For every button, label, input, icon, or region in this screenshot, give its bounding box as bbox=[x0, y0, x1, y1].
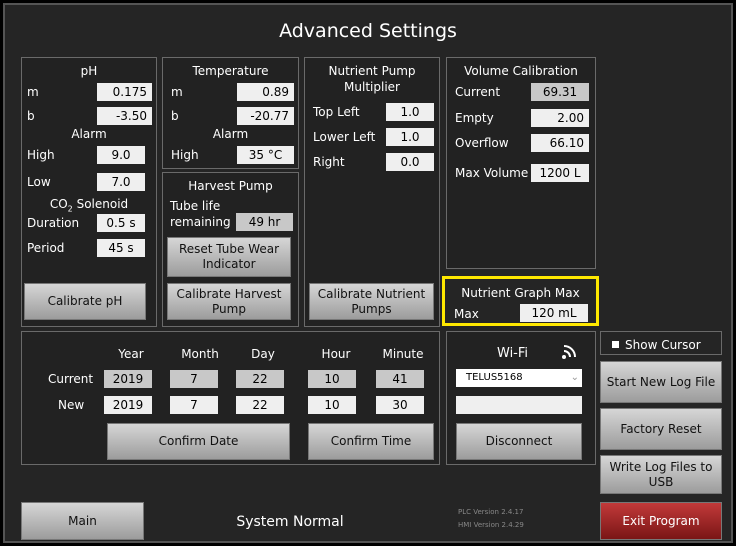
new-date-label: New bbox=[58, 398, 85, 412]
wifi-icon bbox=[562, 345, 576, 359]
start-new-log-button[interactable]: Start New Log File bbox=[600, 361, 722, 403]
ph-m-label: m bbox=[27, 85, 39, 99]
current-year: 2019 bbox=[104, 370, 152, 388]
wifi-network-selected: TELUS5168 bbox=[466, 372, 523, 383]
ph-alarm-label: Alarm bbox=[71, 127, 107, 141]
confirm-time-button[interactable]: Confirm Time bbox=[308, 423, 434, 460]
volume-header: Volume Calibration bbox=[464, 64, 578, 78]
hmi-version: HMI Version 2.4.29 bbox=[458, 521, 524, 529]
reset-tube-wear-button[interactable]: Reset Tube Wear Indicator bbox=[167, 237, 291, 277]
year-header: Year bbox=[118, 347, 144, 361]
new-minute-field[interactable]: 30 bbox=[376, 396, 424, 414]
max-volume-label: Max Volume bbox=[455, 166, 529, 180]
temp-m-label: m bbox=[171, 85, 183, 99]
max-volume-field[interactable]: 1200 L bbox=[531, 164, 589, 182]
nutrient-graph-header: Nutrient Graph Max bbox=[461, 286, 580, 300]
top-left-label: Top Left bbox=[313, 105, 360, 119]
ph-high-field[interactable]: 9.0 bbox=[97, 146, 145, 164]
empty-label: Empty bbox=[455, 111, 494, 125]
period-label: Period bbox=[27, 241, 65, 255]
ph-m-field[interactable]: 0.175 bbox=[97, 83, 152, 101]
main-button[interactable]: Main bbox=[21, 502, 144, 540]
nutrient-pump-header: Nutrient Pump Multiplier bbox=[328, 64, 416, 94]
overflow-label: Overflow bbox=[455, 136, 509, 150]
current-minute: 41 bbox=[376, 370, 424, 388]
system-status: System Normal bbox=[236, 514, 344, 530]
wifi-password-field[interactable] bbox=[456, 396, 582, 414]
top-left-field[interactable]: 1.0 bbox=[386, 103, 434, 121]
temp-high-label: High bbox=[171, 148, 199, 162]
graph-max-label: Max bbox=[454, 307, 479, 321]
new-day-field[interactable]: 22 bbox=[236, 396, 284, 414]
duration-label: Duration bbox=[27, 216, 80, 230]
ph-header: pH bbox=[80, 64, 98, 78]
new-month-field[interactable]: 7 bbox=[170, 396, 218, 414]
confirm-date-button[interactable]: Confirm Date bbox=[107, 423, 290, 460]
period-field[interactable]: 45 s bbox=[97, 239, 145, 257]
right-label: Right bbox=[313, 155, 345, 169]
temperature-header: Temperature bbox=[192, 64, 269, 78]
new-hour-field[interactable]: 10 bbox=[308, 396, 356, 414]
ph-low-field[interactable]: 7.0 bbox=[97, 173, 145, 191]
ph-b-field[interactable]: -3.50 bbox=[97, 107, 152, 125]
hour-header: Hour bbox=[321, 347, 351, 361]
harvest-header: Harvest Pump bbox=[188, 179, 273, 193]
calibrate-nutrient-pumps-button[interactable]: Calibrate Nutrient Pumps bbox=[309, 283, 434, 320]
calibrate-harvest-pump-button[interactable]: Calibrate Harvest Pump bbox=[167, 283, 291, 320]
current-hour: 10 bbox=[308, 370, 356, 388]
current-day: 22 bbox=[236, 370, 284, 388]
show-cursor-frame bbox=[600, 331, 722, 355]
graph-max-field[interactable]: 120 mL bbox=[520, 304, 588, 322]
tube-life-label: Tube life bbox=[170, 199, 221, 213]
exit-program-button[interactable]: Exit Program bbox=[600, 502, 722, 540]
temp-b-label: b bbox=[171, 109, 179, 123]
current-volume-value: 69.31 bbox=[531, 83, 589, 101]
factory-reset-button[interactable]: Factory Reset bbox=[600, 408, 722, 450]
ph-low-label: Low bbox=[27, 175, 51, 189]
temp-m-field[interactable]: 0.89 bbox=[237, 83, 294, 101]
duration-field[interactable]: 0.5 s bbox=[97, 214, 145, 232]
lower-left-field[interactable]: 1.0 bbox=[386, 128, 434, 146]
month-header: Month bbox=[181, 347, 219, 361]
tube-life-remaining-value: 49 hr bbox=[236, 213, 293, 231]
empty-field[interactable]: 2.00 bbox=[531, 109, 589, 127]
temp-alarm-label: Alarm bbox=[212, 127, 249, 141]
write-log-files-button[interactable]: Write Log Files to USB bbox=[600, 455, 722, 494]
calibrate-ph-button[interactable]: Calibrate pH bbox=[24, 283, 146, 320]
temp-b-field[interactable]: -20.77 bbox=[237, 107, 294, 125]
minute-header: Minute bbox=[382, 347, 424, 361]
lower-left-label: Lower Left bbox=[313, 130, 376, 144]
temp-high-field[interactable]: 35 °C bbox=[237, 146, 294, 164]
wifi-header: Wi-Fi bbox=[497, 346, 529, 361]
page-title: Advanced Settings bbox=[279, 20, 457, 42]
current-volume-label: Current bbox=[455, 85, 501, 99]
current-date-label: Current bbox=[48, 372, 94, 386]
ph-b-label: b bbox=[27, 109, 35, 123]
chevron-down-icon: ⌄ bbox=[570, 372, 579, 383]
current-month: 7 bbox=[170, 370, 218, 388]
disconnect-button[interactable]: Disconnect bbox=[456, 423, 582, 460]
plc-version: PLC Version 2.4.17 bbox=[458, 508, 524, 516]
ph-high-label: High bbox=[27, 148, 55, 162]
right-field[interactable]: 0.0 bbox=[386, 153, 434, 171]
remaining-label: remaining bbox=[170, 215, 231, 229]
new-year-field[interactable]: 2019 bbox=[104, 396, 152, 414]
wifi-network-select[interactable]: TELUS5168 ⌄ bbox=[456, 369, 582, 387]
overflow-field[interactable]: 66.10 bbox=[531, 134, 589, 152]
day-header: Day bbox=[251, 347, 275, 361]
